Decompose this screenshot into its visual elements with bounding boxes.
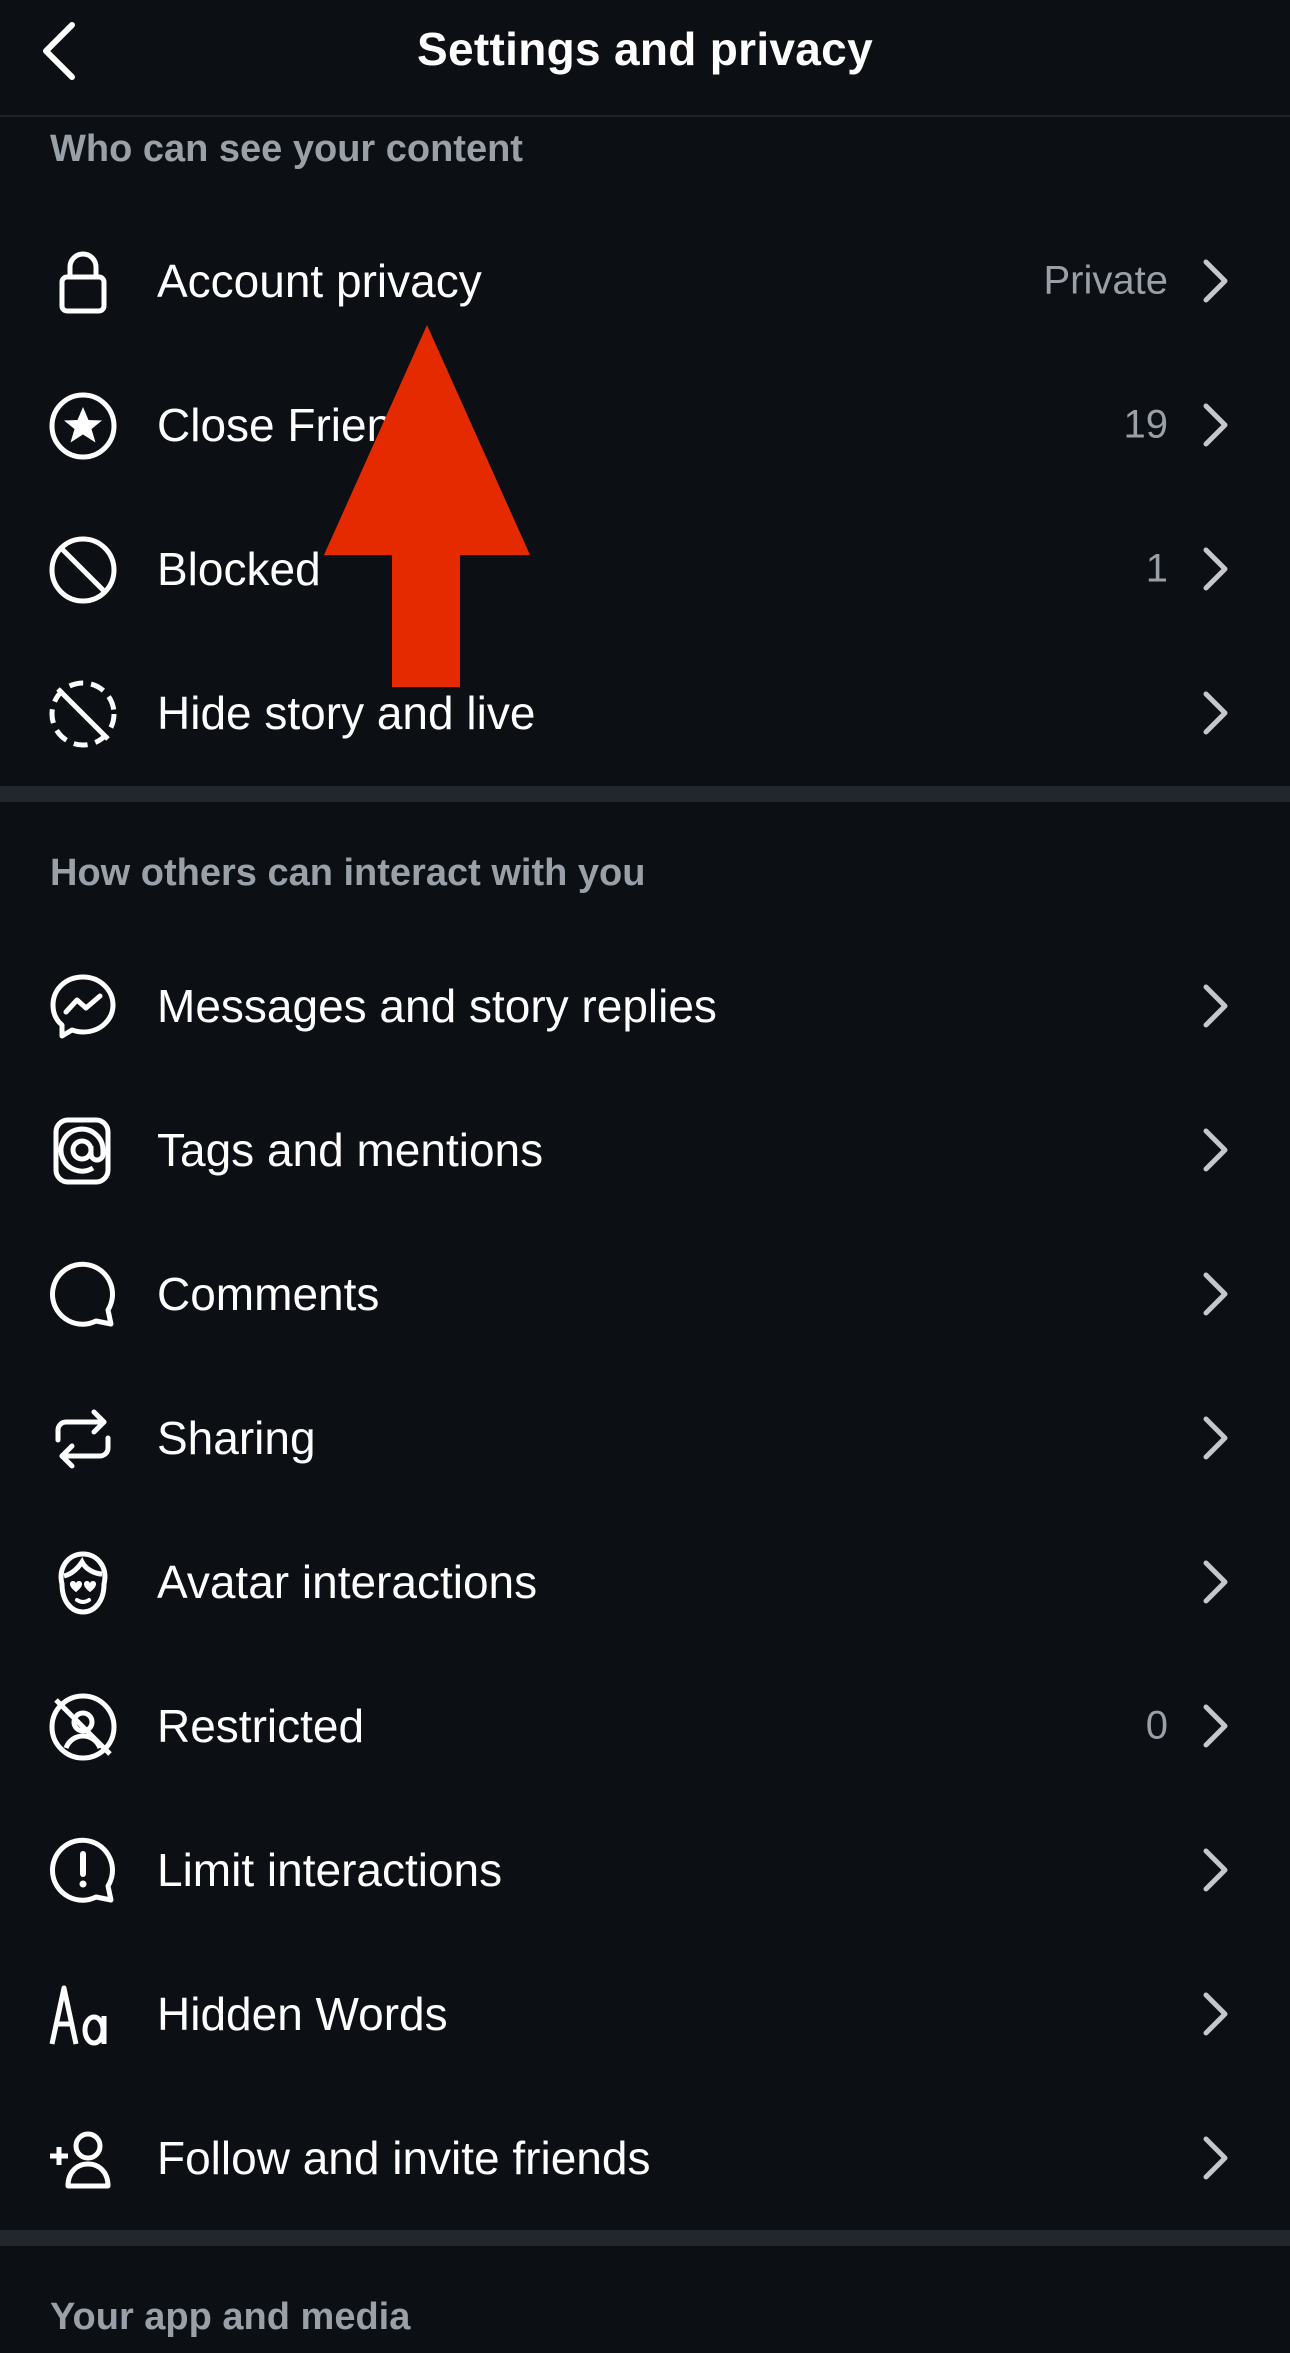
section-divider bbox=[0, 2230, 1290, 2246]
settings-item-label: Tags and mentions bbox=[157, 1124, 544, 1176]
settings-item-value: 0 bbox=[1145, 1703, 1168, 1748]
repost-icon bbox=[46, 1402, 120, 1476]
chevron-right-icon bbox=[1203, 259, 1228, 303]
settings-item-value: 1 bbox=[1145, 546, 1168, 591]
chevron-right-icon bbox=[1203, 984, 1228, 1028]
settings-item-follow-invite[interactable]: Follow and invite friends bbox=[0, 2086, 1290, 2230]
settings-item-hidden-words[interactable]: Hidden Words bbox=[0, 1942, 1290, 2086]
top-bar: Settings and privacy bbox=[0, 0, 1290, 117]
settings-item-close-friends[interactable]: Close Friends 19 bbox=[0, 353, 1290, 497]
settings-item-label: Account privacy bbox=[157, 255, 482, 307]
settings-item-label: Restricted bbox=[157, 1700, 365, 1752]
settings-item-label: Avatar interactions bbox=[157, 1556, 538, 1608]
avatar-face-icon bbox=[46, 1546, 120, 1620]
chevron-right-icon bbox=[1203, 2136, 1228, 2180]
settings-item-hide-story-live[interactable]: Hide story and live bbox=[0, 641, 1290, 785]
at-sign-icon bbox=[46, 1114, 120, 1188]
settings-item-label: Hidden Words bbox=[157, 1988, 448, 2040]
settings-item-label: Blocked bbox=[157, 543, 321, 595]
settings-item-label: Comments bbox=[157, 1268, 380, 1320]
settings-item-account-privacy[interactable]: Account privacy Private bbox=[0, 209, 1290, 353]
comment-bubble-icon bbox=[46, 1258, 120, 1332]
lock-icon bbox=[46, 245, 120, 319]
page-title: Settings and privacy bbox=[417, 23, 873, 75]
chevron-right-icon bbox=[1203, 1416, 1228, 1460]
add-person-icon bbox=[46, 2122, 120, 2196]
settings-item-restricted[interactable]: Restricted 0 bbox=[0, 1654, 1290, 1798]
settings-item-sharing[interactable]: Sharing bbox=[0, 1366, 1290, 1510]
red-up-arrow-annotation bbox=[324, 325, 530, 687]
settings-item-avatar-interactions[interactable]: Avatar interactions bbox=[0, 1510, 1290, 1654]
chevron-right-icon bbox=[1203, 1848, 1228, 1892]
text-aa-icon bbox=[46, 1978, 120, 2052]
settings-item-label: Hide story and live bbox=[157, 687, 536, 739]
settings-item-messages[interactable]: Messages and story replies bbox=[0, 934, 1290, 1078]
settings-item-comments[interactable]: Comments bbox=[0, 1222, 1290, 1366]
settings-item-label: Sharing bbox=[157, 1412, 316, 1464]
chevron-right-icon bbox=[1203, 1272, 1228, 1316]
alert-bubble-icon bbox=[46, 1834, 120, 1908]
section-heading-interactions: How others can interact with you bbox=[50, 852, 646, 894]
chevron-right-icon bbox=[1203, 1560, 1228, 1604]
messenger-icon bbox=[46, 970, 120, 1044]
star-circle-icon bbox=[46, 389, 120, 463]
settings-item-label: Limit interactions bbox=[157, 1844, 503, 1896]
settings-item-label: Messages and story replies bbox=[157, 980, 717, 1032]
section-divider bbox=[0, 786, 1290, 802]
chevron-right-icon bbox=[1203, 1992, 1228, 2036]
chevron-right-icon bbox=[1203, 691, 1228, 735]
section-heading-app-media: Your app and media bbox=[50, 2296, 411, 2338]
settings-item-blocked[interactable]: Blocked 1 bbox=[0, 497, 1290, 641]
settings-item-limit-interactions[interactable]: Limit interactions bbox=[0, 1798, 1290, 1942]
settings-item-tags-mentions[interactable]: Tags and mentions bbox=[0, 1078, 1290, 1222]
section-heading-content-visibility: Who can see your content bbox=[50, 128, 523, 170]
restricted-icon bbox=[46, 1690, 120, 1764]
settings-item-value: Private bbox=[1043, 258, 1169, 303]
chevron-right-icon bbox=[1203, 1704, 1228, 1748]
settings-item-value: 19 bbox=[1123, 402, 1169, 447]
chevron-right-icon bbox=[1203, 403, 1228, 447]
block-icon bbox=[46, 533, 120, 607]
hide-story-icon bbox=[46, 677, 120, 751]
chevron-right-icon bbox=[1203, 1128, 1228, 1172]
chevron-right-icon bbox=[1203, 547, 1228, 591]
settings-item-label: Follow and invite friends bbox=[157, 2132, 651, 2184]
